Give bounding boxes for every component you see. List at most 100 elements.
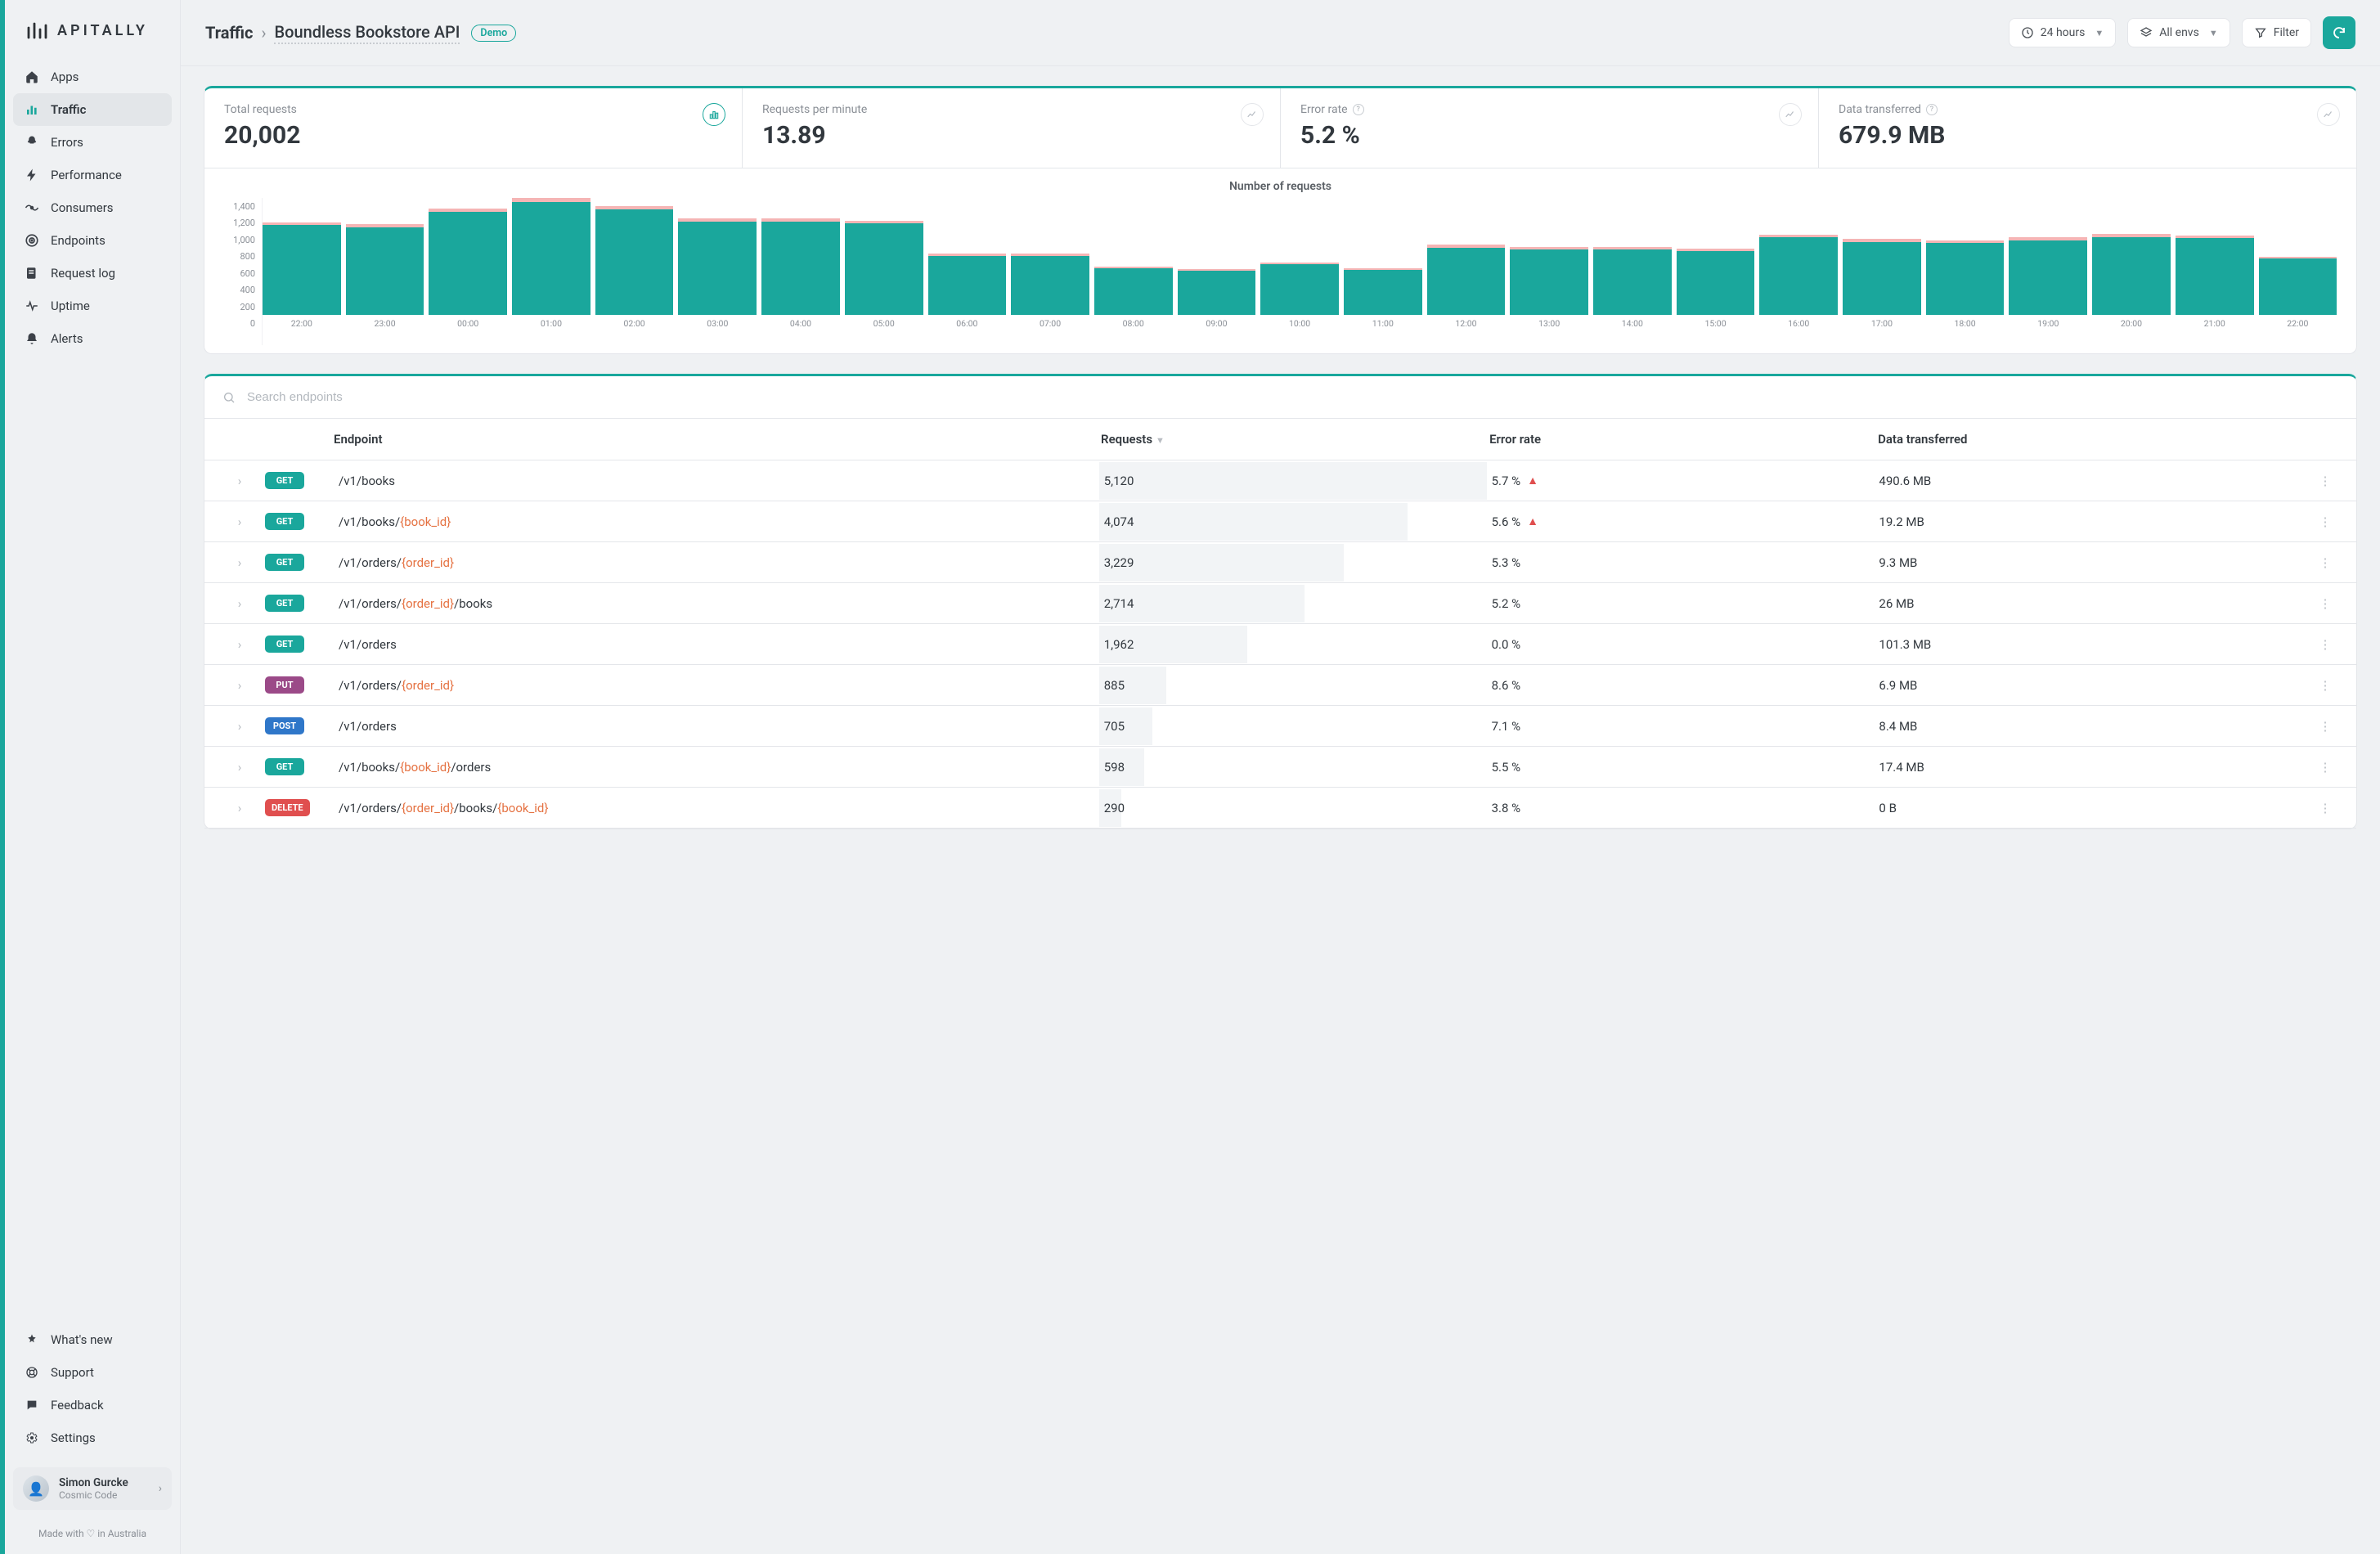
sidebar-item-traffic[interactable]: Traffic — [13, 93, 172, 126]
chart-bar[interactable]: 04:00 — [761, 184, 840, 329]
sidebar-item-feedback[interactable]: Feedback — [13, 1389, 172, 1422]
th-data[interactable]: Data transferred — [1873, 419, 2309, 460]
row-actions-button[interactable]: ⋮ — [2309, 707, 2342, 745]
sidebar-item-alerts[interactable]: Alerts — [13, 322, 172, 355]
row-actions-button[interactable]: ⋮ — [2309, 462, 2342, 500]
chart-bar[interactable]: 22:00 — [263, 184, 341, 329]
help-icon[interactable]: ? — [1353, 104, 1364, 115]
chart-bar[interactable]: 13:00 — [1510, 184, 1588, 329]
th-requests[interactable]: Requests▼ — [1096, 419, 1484, 460]
requests-bar — [1099, 462, 1487, 500]
error-rate-value: 8.6 % — [1492, 678, 1521, 693]
row-actions-button[interactable]: ⋮ — [2309, 544, 2342, 582]
chart-bar[interactable]: 23:00 — [346, 184, 424, 329]
sidebar-item-what's-new[interactable]: What's new — [13, 1323, 172, 1356]
chart-bar[interactable]: 12:00 — [1427, 184, 1506, 329]
chart-bar[interactable]: 10:00 — [1260, 184, 1339, 329]
sidebar-item-label: Settings — [51, 1430, 96, 1445]
row-actions-button[interactable]: ⋮ — [2309, 789, 2342, 827]
chart-bar[interactable]: 18:00 — [1926, 184, 2005, 329]
th-endpoint[interactable]: Endpoint — [219, 419, 1096, 460]
expand-row-button[interactable]: › — [219, 667, 260, 704]
metric-requests-per-minute[interactable]: Requests per minute13.89 — [743, 88, 1281, 168]
chart-bar[interactable]: 05:00 — [845, 184, 923, 329]
chart-bar[interactable]: 14:00 — [1593, 184, 1672, 329]
table-row[interactable]: ›POST/v1/orders7057.1 %8.4 MB⋮ — [204, 706, 2356, 747]
breadcrumb-leaf[interactable]: Boundless Bookstore API — [274, 22, 460, 44]
table-row[interactable]: ›DELETE/v1/orders/{order_id}/books/{book… — [204, 788, 2356, 829]
metric-error-rate[interactable]: Error rate ?5.2 % — [1281, 88, 1819, 168]
endpoint-path: /v1/orders/{order_id}/books/{book_id} — [334, 789, 1099, 827]
sidebar-item-errors[interactable]: Errors — [13, 126, 172, 159]
chart-bar[interactable]: 02:00 — [595, 184, 674, 329]
chart-bar[interactable]: 00:00 — [429, 184, 507, 329]
sidebar-item-settings[interactable]: Settings — [13, 1422, 172, 1454]
sidebar-item-uptime[interactable]: Uptime — [13, 290, 172, 322]
table-row[interactable]: ›PUT/v1/orders/{order_id}8858.6 %6.9 MB⋮ — [204, 665, 2356, 706]
chart-bar[interactable]: 06:00 — [928, 184, 1007, 329]
clock-icon — [2021, 26, 2034, 39]
chart-bar[interactable]: 03:00 — [678, 184, 757, 329]
avatar: 👤 — [23, 1475, 49, 1502]
expand-row-button[interactable]: › — [219, 503, 260, 541]
expand-row-button[interactable]: › — [219, 626, 260, 663]
metric-total-requests[interactable]: Total requests20,002 — [204, 88, 743, 168]
what's-new-icon — [25, 1332, 39, 1347]
table-row[interactable]: ›GET/v1/books5,1205.7 %▲490.6 MB⋮ — [204, 460, 2356, 501]
env-picker[interactable]: All envs ▼ — [2127, 18, 2230, 47]
chart-type-icon[interactable] — [1241, 103, 1264, 126]
chart-bar[interactable]: 15:00 — [1677, 184, 1755, 329]
chart-bar[interactable]: 01:00 — [512, 184, 591, 329]
sidebar-item-consumers[interactable]: Consumers — [13, 191, 172, 224]
help-icon[interactable]: ? — [1926, 104, 1938, 115]
chart-bar[interactable]: 11:00 — [1344, 184, 1422, 329]
table-row[interactable]: ›GET/v1/books/{book_id}/orders5985.5 %17… — [204, 747, 2356, 788]
logo[interactable]: APITALLY — [5, 0, 180, 56]
chart-bar[interactable]: 17:00 — [1843, 184, 1921, 329]
data-transferred-value: 490.6 MB — [1874, 462, 2309, 500]
expand-row-button[interactable]: › — [219, 462, 260, 500]
chart-bar[interactable]: 21:00 — [2176, 184, 2254, 329]
table-row[interactable]: ›GET/v1/orders1,9620.0 %101.3 MB⋮ — [204, 624, 2356, 665]
row-actions-button[interactable]: ⋮ — [2309, 748, 2342, 786]
chart-bar[interactable]: 07:00 — [1011, 184, 1089, 329]
chart-type-icon[interactable] — [1779, 103, 1802, 126]
expand-row-button[interactable]: › — [219, 789, 260, 827]
expand-row-button[interactable]: › — [219, 585, 260, 622]
sidebar-item-endpoints[interactable]: Endpoints — [13, 224, 172, 257]
endpoint-path: /v1/orders — [334, 626, 1099, 663]
chart-bar[interactable]: 08:00 — [1094, 184, 1173, 329]
chart-bar[interactable]: 09:00 — [1178, 184, 1256, 329]
chart-type-icon[interactable] — [2317, 103, 2340, 126]
expand-row-button[interactable]: › — [219, 707, 260, 745]
expand-row-button[interactable]: › — [219, 748, 260, 786]
metric-data-transferred[interactable]: Data transferred ?679.9 MB — [1819, 88, 2356, 168]
row-actions-button[interactable]: ⋮ — [2309, 667, 2342, 704]
breadcrumb-root[interactable]: Traffic — [205, 23, 253, 43]
chart-type-icon[interactable] — [703, 103, 725, 126]
table-row[interactable]: ›GET/v1/books/{book_id}4,0745.6 %▲19.2 M… — [204, 501, 2356, 542]
time-range-picker[interactable]: 24 hours ▼ — [2009, 18, 2116, 47]
search-input[interactable] — [245, 389, 2338, 405]
table-row[interactable]: ›GET/v1/orders/{order_id}/books2,7145.2 … — [204, 583, 2356, 624]
filter-button[interactable]: Filter — [2242, 18, 2311, 47]
row-actions-button[interactable]: ⋮ — [2309, 585, 2342, 622]
th-error-rate[interactable]: Error rate — [1484, 419, 1873, 460]
refresh-button[interactable] — [2323, 16, 2355, 49]
chart-bar[interactable]: 19:00 — [2009, 184, 2087, 329]
chart-bar[interactable]: 22:00 — [2259, 184, 2337, 329]
row-actions-button[interactable]: ⋮ — [2309, 626, 2342, 663]
sidebar-item-support[interactable]: Support — [13, 1356, 172, 1389]
table-row[interactable]: ›GET/v1/orders/{order_id}3,2295.3 %9.3 M… — [204, 542, 2356, 583]
sidebar-item-request-log[interactable]: Request log — [13, 257, 172, 290]
expand-row-button[interactable]: › — [219, 544, 260, 582]
chart-bar[interactable]: 20:00 — [2092, 184, 2171, 329]
error-rate-value: 5.3 % — [1492, 555, 1521, 570]
error-rate-value: 3.8 % — [1492, 801, 1521, 815]
chart-bar[interactable]: 16:00 — [1759, 184, 1838, 329]
row-actions-button[interactable]: ⋮ — [2309, 503, 2342, 541]
sidebar-item-apps[interactable]: Apps — [13, 61, 172, 93]
user-menu[interactable]: 👤 Simon Gurcke Cosmic Code › — [13, 1467, 172, 1510]
sidebar-item-performance[interactable]: Performance — [13, 159, 172, 191]
endpoint-path: /v1/books/{book_id}/orders — [334, 748, 1099, 786]
